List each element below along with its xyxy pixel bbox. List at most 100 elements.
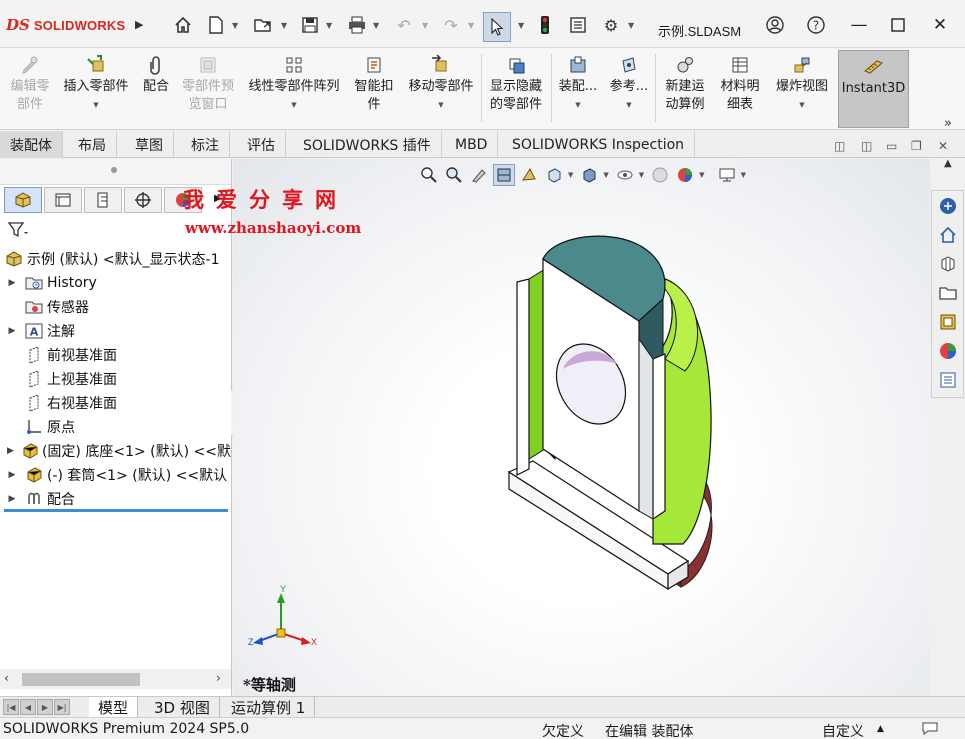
tab-model[interactable]: 模型 bbox=[89, 697, 139, 717]
undo-icon[interactable]: ↶ bbox=[393, 14, 415, 36]
exploded-view-dropdown-icon[interactable]: ▼ bbox=[799, 96, 804, 114]
tab-layout[interactable]: 布局 bbox=[68, 131, 117, 158]
assembly-features-button[interactable]: 装配... ▼ bbox=[556, 54, 600, 126]
new-document-icon[interactable] bbox=[205, 14, 227, 36]
design-library-icon[interactable] bbox=[935, 251, 961, 277]
collapse-ribbon-icon[interactable]: ▲ bbox=[944, 158, 952, 169]
tile-icon[interactable]: ◫ bbox=[861, 139, 872, 153]
solidworks-logo[interactable]: DS SOLIDWORKS bbox=[6, 14, 125, 36]
scroll-right-icon[interactable]: › bbox=[216, 671, 221, 685]
apply-scene-dropdown-icon[interactable]: ▼ bbox=[699, 171, 704, 179]
tree-item-front-plane[interactable]: 前视基准面 bbox=[0, 343, 231, 367]
tree-rollback-bar[interactable] bbox=[4, 509, 228, 512]
next-tab-icon[interactable]: ▶ bbox=[37, 699, 53, 715]
unit-system[interactable]: 自定义 bbox=[822, 721, 864, 739]
tab-inspection[interactable]: SOLIDWORKS Inspection bbox=[502, 131, 696, 158]
dimxpert-tab-icon[interactable] bbox=[124, 187, 162, 213]
zoom-to-fit-icon[interactable] bbox=[418, 164, 440, 186]
select-dropdown-icon[interactable]: ▼ bbox=[518, 21, 524, 30]
tree-item-sleeve-part[interactable]: ▶ (-) 套筒<1> (默认) <<默认 bbox=[0, 463, 231, 487]
tree-filter-icon[interactable] bbox=[7, 221, 30, 241]
minimize-icon[interactable]: — bbox=[846, 12, 872, 38]
view-settings-monitor-icon[interactable] bbox=[716, 164, 738, 186]
expand-arrow-icon[interactable]: ▶ bbox=[6, 470, 18, 480]
tab-markup[interactable]: 标注 bbox=[181, 131, 230, 158]
smart-fasteners-button[interactable]: 智能扣 件 bbox=[350, 54, 398, 126]
tree-item-sensors[interactable]: 传感器 bbox=[0, 295, 231, 319]
tab-sketch[interactable]: 草图 bbox=[125, 131, 174, 158]
help-icon[interactable]: ? bbox=[805, 14, 827, 36]
tree-root-assembly[interactable]: 示例 (默认) <默认_显示状态-1 bbox=[0, 247, 231, 271]
solidworks-resources-icon[interactable] bbox=[935, 193, 961, 219]
reference-geometry-button[interactable]: 参考... ▼ bbox=[607, 54, 651, 126]
feature-manager-tab-icon[interactable] bbox=[4, 187, 42, 213]
restore-down-icon[interactable]: ◫ bbox=[834, 139, 845, 153]
show-hidden-components-button[interactable]: 显示隐藏 的零部件 bbox=[486, 54, 546, 126]
select-arrow-icon[interactable] bbox=[483, 12, 511, 42]
linear-pattern-dropdown-icon[interactable]: ▼ bbox=[291, 96, 296, 114]
tree-item-right-plane[interactable]: 右视基准面 bbox=[0, 391, 231, 415]
window-restore-icon[interactable]: ❐ bbox=[911, 139, 922, 153]
bill-of-materials-button[interactable]: 材料明 细表 bbox=[716, 54, 764, 126]
redo-icon[interactable]: ↷ bbox=[440, 14, 462, 36]
insert-component-dropdown-icon[interactable]: ▼ bbox=[93, 96, 98, 114]
traffic-light-icon[interactable] bbox=[534, 14, 556, 36]
redo-dropdown-icon[interactable]: ▼ bbox=[468, 21, 474, 30]
options-dropdown-icon[interactable]: ▼ bbox=[628, 21, 634, 30]
save-dropdown-icon[interactable]: ▼ bbox=[326, 21, 332, 30]
undo-dropdown-icon[interactable]: ▼ bbox=[422, 21, 428, 30]
tree-item-origin[interactable]: 原点 bbox=[0, 415, 231, 439]
open-folder-icon[interactable] bbox=[252, 14, 274, 36]
move-component-dropdown-icon[interactable]: ▼ bbox=[438, 96, 443, 114]
expand-arrow-icon[interactable]: ▶ bbox=[6, 326, 18, 336]
tree-item-mates[interactable]: ▶ 配合 bbox=[0, 487, 231, 511]
expand-arrow-icon[interactable]: ▶ bbox=[6, 446, 15, 456]
tab-3d-view[interactable]: 3D 视图 bbox=[145, 697, 220, 717]
dynamic-annotation-icon[interactable] bbox=[518, 164, 540, 186]
tab-addins[interactable]: SOLIDWORKS 插件 bbox=[293, 131, 442, 158]
tab-evaluate[interactable]: 评估 bbox=[237, 131, 286, 158]
reference-geometry-dropdown-icon[interactable]: ▼ bbox=[626, 96, 631, 114]
apply-scene-icon[interactable] bbox=[674, 164, 696, 186]
assembly-model[interactable] bbox=[233, 159, 930, 696]
menu-expand-arrow-icon[interactable]: ▶ bbox=[135, 18, 143, 31]
move-component-button[interactable]: 移动零部件 ▼ bbox=[404, 54, 478, 126]
tree-item-annotations[interactable]: ▶ A 注解 bbox=[0, 319, 231, 343]
file-explorer-icon[interactable] bbox=[935, 280, 961, 306]
tree-item-top-plane[interactable]: 上视基准面 bbox=[0, 367, 231, 391]
scrollbar-thumb[interactable] bbox=[22, 673, 140, 686]
zoom-to-area-icon[interactable] bbox=[443, 164, 465, 186]
home-icon[interactable] bbox=[172, 14, 194, 36]
save-icon[interactable] bbox=[299, 14, 321, 36]
mate-button[interactable]: 配合 bbox=[140, 54, 172, 126]
component-preview-button[interactable]: 零部件预 览窗口 bbox=[178, 54, 238, 126]
first-tab-icon[interactable]: |◀ bbox=[3, 699, 19, 715]
new-motion-study-button[interactable]: 新建运 动算例 bbox=[660, 54, 710, 126]
property-manager-tab-icon[interactable] bbox=[44, 187, 82, 213]
assembly-features-dropdown-icon[interactable]: ▼ bbox=[575, 96, 580, 114]
file-properties-icon[interactable] bbox=[567, 14, 589, 36]
options-gear-icon[interactable]: ⚙ bbox=[600, 14, 622, 36]
hide-show-dropdown-icon[interactable]: ▼ bbox=[639, 171, 644, 179]
new-dropdown-icon[interactable]: ▼ bbox=[232, 21, 238, 30]
exploded-view-button[interactable]: 爆炸视图 ▼ bbox=[771, 54, 833, 126]
appearances-scenes-icon[interactable] bbox=[935, 338, 961, 364]
more-commands-icon[interactable]: » bbox=[944, 116, 952, 131]
close-icon[interactable]: ✕ bbox=[927, 12, 953, 38]
instant3d-button[interactable]: Instant3D bbox=[838, 50, 909, 128]
view-orientation-dropdown-icon[interactable]: ▼ bbox=[568, 171, 573, 179]
expand-arrow-icon[interactable]: ▶ bbox=[6, 494, 18, 504]
tab-assembly[interactable]: 装配体 bbox=[0, 131, 63, 158]
quick-tips-icon[interactable] bbox=[921, 721, 939, 739]
panel-grip[interactable] bbox=[0, 159, 231, 185]
graphics-viewport[interactable]: Y X Z bbox=[233, 159, 930, 696]
print-dropdown-icon[interactable]: ▼ bbox=[373, 21, 379, 30]
maximize-icon[interactable] bbox=[885, 12, 911, 38]
tree-item-history[interactable]: ▶ History bbox=[0, 271, 231, 295]
task-pane-home-icon[interactable] bbox=[935, 222, 961, 248]
account-icon[interactable] bbox=[764, 14, 786, 36]
view-settings-dropdown-icon[interactable]: ▼ bbox=[741, 171, 746, 179]
hide-show-items-icon[interactable] bbox=[614, 164, 636, 186]
view-orientation-icon[interactable] bbox=[543, 164, 565, 186]
configuration-manager-tab-icon[interactable] bbox=[84, 187, 122, 213]
